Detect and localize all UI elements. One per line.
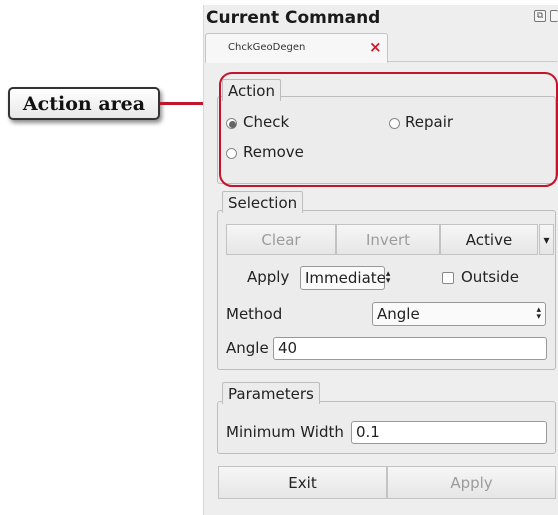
apply-mode-select[interactable]: Immediate ▴ ▾ xyxy=(300,266,390,290)
spin-arrows-icon: ▴ ▾ xyxy=(536,304,541,322)
apply-mode-label: Apply xyxy=(247,268,290,286)
angle-label: Angle xyxy=(226,339,269,357)
minimum-width-input[interactable]: 0.1 xyxy=(351,421,547,444)
active-button[interactable]: Active xyxy=(440,224,538,255)
spin-arrows-icon: ▴ ▾ xyxy=(385,268,391,286)
invert-button[interactable]: Invert xyxy=(336,224,440,255)
outside-checkbox[interactable] xyxy=(442,272,454,284)
tab-label: ChckGeoDegen xyxy=(228,42,306,53)
action-area-callout: Action area xyxy=(8,87,160,120)
apply-mode-value: Immediate xyxy=(305,269,386,287)
float-icon[interactable]: ⧉ xyxy=(534,10,546,22)
active-dropdown-button[interactable]: ▾ xyxy=(539,224,554,255)
outside-label: Outside xyxy=(461,268,519,286)
method-label: Method xyxy=(226,305,283,323)
clear-button[interactable]: Clear xyxy=(226,224,336,255)
close-icon[interactable] xyxy=(550,10,558,22)
minimum-width-label: Minimum Width xyxy=(226,423,344,441)
callout-arrow-line xyxy=(160,102,208,105)
callout-label: Action area xyxy=(22,92,146,115)
action-area-highlight xyxy=(219,72,558,187)
method-select[interactable]: Angle ▴ ▾ xyxy=(372,302,546,326)
tab-close-icon[interactable]: × xyxy=(369,38,382,56)
apply-button[interactable]: Apply xyxy=(387,466,556,499)
method-value: Angle xyxy=(377,305,420,323)
parameters-group-title: Parameters xyxy=(222,382,320,404)
angle-input[interactable]: 40 xyxy=(273,337,547,360)
selection-group-title: Selection xyxy=(222,191,304,213)
panel-title: Current Command xyxy=(206,8,381,28)
exit-button[interactable]: Exit xyxy=(218,466,387,499)
